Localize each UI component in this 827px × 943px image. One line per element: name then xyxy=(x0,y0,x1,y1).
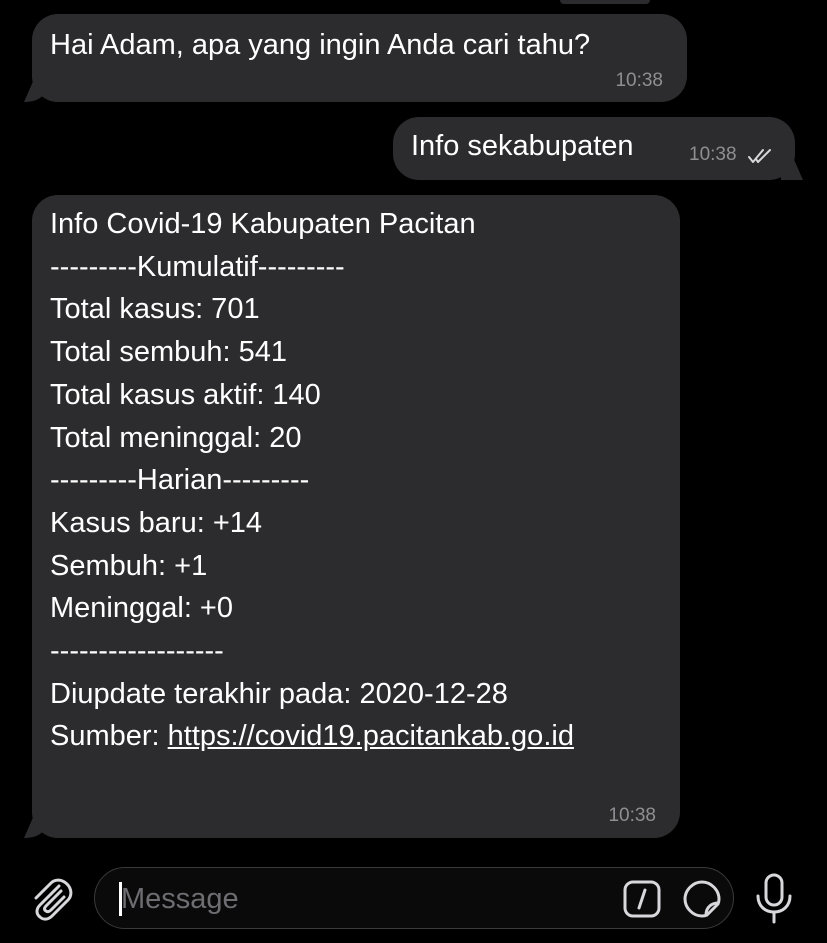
message-line-total-recovered: Total sembuh: 541 xyxy=(50,336,287,369)
message-line-total-deaths: Total meninggal: 20 xyxy=(50,421,302,454)
voice-record-button[interactable] xyxy=(752,872,796,926)
message-time: 10:38 xyxy=(615,70,663,91)
bubble-tail xyxy=(781,160,803,180)
microphone-icon xyxy=(752,873,796,930)
commands-button[interactable] xyxy=(623,880,661,918)
message-line-source: Sumber: https://covid19.pacitankab.go.id xyxy=(50,715,574,758)
message-line-new-cases: Kasus baru: +14 xyxy=(50,506,263,539)
message-body: Info Covid-19 Kabupaten Pacitan --------… xyxy=(50,203,574,758)
message-line-divider: ------------------ xyxy=(50,635,224,668)
attach-button[interactable] xyxy=(26,874,76,924)
source-label: Sumber: xyxy=(50,720,168,753)
message-line-daily-header: ---------Harian--------- xyxy=(50,464,310,497)
previous-message-edge xyxy=(560,0,650,4)
incoming-message-bubble[interactable]: Hai Adam, apa yang ingin Anda cari tahu?… xyxy=(24,14,687,102)
slash-command-icon xyxy=(623,880,661,922)
message-time: 10:38 xyxy=(608,805,656,826)
bubble-tail xyxy=(24,818,46,838)
message-time: 10:38 xyxy=(689,144,737,165)
message-line-total-active: Total kasus aktif: 140 xyxy=(50,378,321,411)
message-input[interactable]: Message xyxy=(94,867,734,929)
message-line-updated: Diupdate terakhir pada: 2020-12-28 xyxy=(50,677,508,710)
message-text: Info sekabupaten xyxy=(411,130,634,162)
message-line-cumulative-header: ---------Kumulatif--------- xyxy=(50,250,345,283)
message-input-bar: Message xyxy=(0,858,827,943)
outgoing-message-bubble[interactable]: Info sekabupaten 10:38 xyxy=(393,117,803,180)
read-checkmarks-icon xyxy=(748,147,778,170)
sticker-button[interactable] xyxy=(682,879,722,919)
source-link[interactable]: https://covid19.pacitankab.go.id xyxy=(168,720,574,752)
message-line-daily-recovered: Sembuh: +1 xyxy=(50,549,208,582)
message-line-daily-deaths: Meninggal: +0 xyxy=(50,592,233,625)
message-line-total-cases: Total kasus: 701 xyxy=(50,293,260,326)
bubble-tail xyxy=(24,82,46,102)
sticker-icon xyxy=(682,880,722,923)
message-placeholder: Message xyxy=(121,883,239,915)
message-text: Hai Adam, apa yang ingin Anda cari tahu? xyxy=(50,29,591,61)
paperclip-icon xyxy=(26,878,76,928)
chat-screen: Hai Adam, apa yang ingin Anda cari tahu?… xyxy=(0,0,827,943)
incoming-message-bubble[interactable]: Info Covid-19 Kabupaten Pacitan --------… xyxy=(24,195,680,838)
message-line-title: Info Covid-19 Kabupaten Pacitan xyxy=(50,208,476,240)
